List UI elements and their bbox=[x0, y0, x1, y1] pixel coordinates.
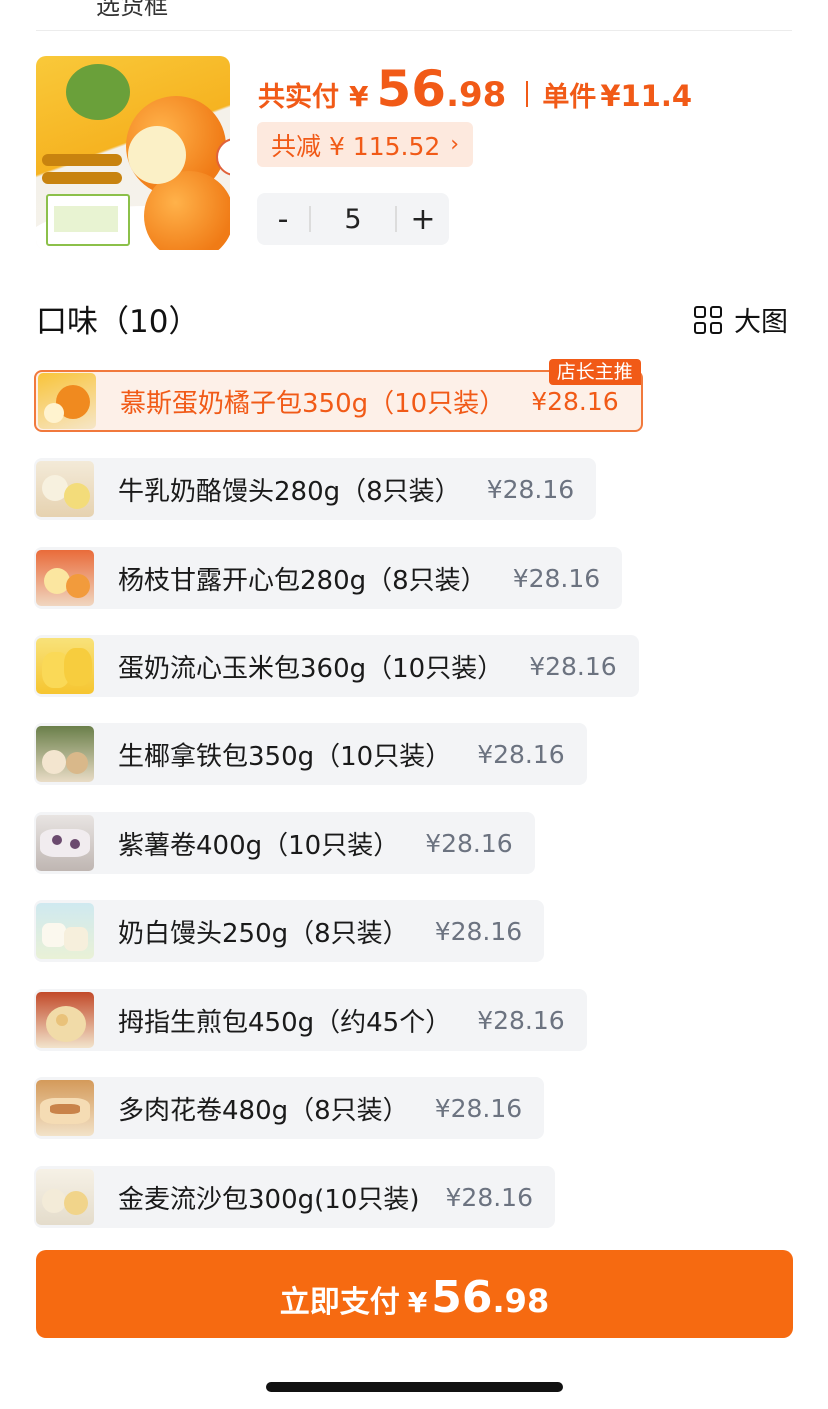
quantity-stepper[interactable]: - 5 + bbox=[257, 193, 449, 245]
flavor-name: 多肉花卷480g（8只装） bbox=[118, 1095, 409, 1126]
flavor-option[interactable]: 多肉花卷480g（8只装） ¥28.16 bbox=[34, 1077, 545, 1139]
flavor-price: ¥28.16 bbox=[434, 916, 523, 946]
flavor-thumbnail bbox=[36, 1169, 94, 1225]
flavor-name: 慕斯蛋奶橘子包350g（10只装） bbox=[120, 388, 506, 419]
flavor-thumbnail bbox=[38, 373, 96, 429]
recommended-badge: 店长主推 bbox=[548, 359, 641, 385]
big-view-toggle[interactable]: 大图 bbox=[694, 300, 788, 339]
flavor-thumbnail bbox=[36, 726, 94, 782]
flavor-name: 蛋奶流心玉米包360g（10只装） bbox=[118, 653, 504, 684]
flavor-option[interactable]: 金麦流沙包300g(10只装) ¥28.16 bbox=[34, 1166, 555, 1228]
home-indicator bbox=[266, 1382, 563, 1392]
pay-currency: ¥ bbox=[407, 1286, 428, 1319]
flavor-price: ¥28.16 bbox=[486, 474, 575, 504]
flavor-price: ¥28.16 bbox=[425, 828, 513, 858]
quantity-value[interactable]: 5 bbox=[311, 204, 395, 235]
decrement-button[interactable]: - bbox=[257, 202, 309, 237]
big-view-label: 大图 bbox=[734, 307, 788, 338]
product-thumbnail[interactable] bbox=[36, 56, 230, 250]
flavor-option[interactable]: 生椰拿铁包350g（10只装） ¥28.16 bbox=[34, 723, 587, 785]
flavor-option[interactable]: 蛋奶流心玉米包360g（10只装） ¥28.16 bbox=[34, 635, 639, 697]
flavor-thumbnail bbox=[36, 815, 94, 871]
discount-chip[interactable]: 共减 ¥ 115.52 › bbox=[257, 122, 474, 167]
flavor-price: ¥28.16 bbox=[477, 739, 565, 769]
pay-now-button[interactable]: 立即支付 ¥ 56 .98 bbox=[36, 1250, 793, 1338]
flavor-name: 紫薯卷400g（10只装） bbox=[118, 830, 400, 861]
flavor-thumbnail bbox=[36, 550, 94, 606]
flavor-thumbnail bbox=[36, 992, 94, 1048]
flavor-name: 拇指生煎包450g（约45个） bbox=[118, 1007, 452, 1038]
top-divider bbox=[36, 30, 792, 31]
price-divider bbox=[526, 81, 529, 107]
flavor-name: 生椰拿铁包350g（10只装） bbox=[118, 741, 452, 772]
top-strip: 选货框 bbox=[0, 0, 828, 30]
flavor-option[interactable]: 拇指生煎包450g（约45个） ¥28.16 bbox=[34, 989, 587, 1051]
discount-text: 共减 ¥ 115.52 bbox=[271, 131, 441, 161]
flavor-price: ¥28.16 bbox=[529, 651, 617, 681]
flavor-thumbnail bbox=[36, 461, 94, 517]
flavor-thumbnail bbox=[36, 638, 94, 694]
flavor-price: ¥28.16 bbox=[445, 1182, 533, 1212]
flavor-name: 牛乳奶酪馒头280g（8只装） bbox=[118, 476, 461, 507]
flavor-price: ¥28.16 bbox=[531, 386, 619, 416]
unit-price: ¥11.4 bbox=[600, 79, 693, 113]
paid-label: 共实付 bbox=[258, 82, 339, 113]
flavor-name: 金麦流沙包300g(10只装) bbox=[118, 1184, 420, 1215]
flavor-name: 奶白馒头250g（8只装） bbox=[118, 918, 409, 949]
paid-amount-integer: 56 bbox=[376, 60, 447, 118]
paid-amount-decimal: .98 bbox=[446, 75, 507, 115]
grid-icon bbox=[694, 305, 722, 334]
unit-label: 单件 bbox=[542, 82, 597, 113]
flavor-option[interactable]: 紫薯卷400g（10只装） ¥28.16 bbox=[34, 812, 535, 874]
flavor-option[interactable]: 杨枝甘露开心包280g（8只装） ¥28.16 bbox=[34, 547, 623, 609]
flavor-option[interactable]: 牛乳奶酪馒头280g（8只装） ¥28.16 bbox=[34, 458, 597, 520]
flavor-option[interactable]: 奶白馒头250g（8只装） ¥28.16 bbox=[34, 900, 545, 962]
pay-amount-decimal: .98 bbox=[492, 1282, 550, 1320]
flavor-section-title: 口味（10） bbox=[36, 304, 200, 340]
flavor-price: ¥28.16 bbox=[477, 1005, 565, 1035]
flavor-price: ¥28.16 bbox=[434, 1093, 523, 1123]
increment-button[interactable]: + bbox=[397, 202, 449, 237]
flavor-name: 杨枝甘露开心包280g（8只装） bbox=[118, 565, 487, 596]
pay-label: 立即支付 bbox=[279, 1285, 400, 1320]
flavor-thumbnail bbox=[36, 903, 94, 959]
top-partial-text: 选货框 bbox=[96, 0, 168, 20]
flavor-option[interactable]: 慕斯蛋奶橘子包350g（10只装） ¥28.16 店长主推 bbox=[34, 359, 643, 432]
paid-currency: ¥ bbox=[349, 80, 369, 113]
pay-amount-integer: 56 bbox=[431, 1272, 493, 1323]
flavor-thumbnail bbox=[36, 1080, 94, 1136]
chevron-right-icon: › bbox=[450, 132, 460, 157]
flavor-price: ¥28.16 bbox=[512, 563, 601, 593]
total-price-row: 共实付 ¥ 56 .98 单件 ¥11.4 bbox=[258, 60, 693, 118]
